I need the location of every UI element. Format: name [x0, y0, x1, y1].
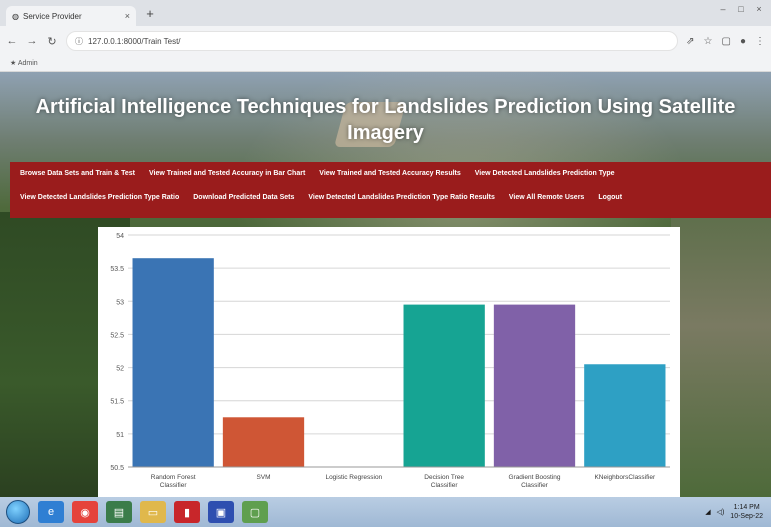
tab-close-icon[interactable]: ×	[125, 11, 130, 21]
globe-icon: ◍	[12, 11, 19, 21]
maximize-button[interactable]: □	[735, 4, 747, 14]
y-tick-label: 53.5	[110, 266, 124, 273]
taskbar-apps: e ◉ ▤ ▭ ▮ ▣ ▢	[38, 501, 268, 523]
bar-0[interactable]	[132, 258, 214, 467]
pdf-icon[interactable]: ▮	[174, 501, 200, 523]
explorer-icon[interactable]: ▤	[106, 501, 132, 523]
forward-icon[interactable]: →	[26, 35, 38, 47]
network-icon[interactable]: ◢	[705, 508, 710, 516]
system-tray: ◢ ◁) 1:14 PM 10-Sep-22	[705, 503, 763, 521]
ie-icon[interactable]: e	[38, 501, 64, 523]
page-viewport: Artificial Intelligence Techniques for L…	[0, 72, 771, 497]
window-controls: – □ ×	[717, 4, 765, 14]
nav-logout[interactable]: Logout	[598, 194, 622, 201]
terminal-icon[interactable]: ▢	[242, 501, 268, 523]
nav-row-1: Browse Data Sets and Train & Test View T…	[20, 170, 615, 177]
bar-3[interactable]	[403, 304, 485, 467]
volume-icon[interactable]: ◁)	[717, 508, 725, 516]
y-tick-label: 52	[116, 366, 124, 373]
nav-prediction-ratio-results[interactable]: View Detected Landslides Prediction Type…	[308, 194, 494, 201]
nav-download-datasets[interactable]: Download Predicted Data Sets	[193, 194, 294, 201]
accuracy-bar-chart: 54 53.5 53 52.5 52 51.5 51 50.5 Random Forest Cla…	[98, 227, 680, 497]
bar-5[interactable]	[584, 364, 666, 467]
bookmark-icon: ★	[10, 60, 17, 67]
address-bar[interactable]: ⓘ 127.0.0.1:8000/Train Test/	[66, 31, 679, 51]
minimize-button[interactable]: –	[717, 4, 729, 14]
share-icon[interactable]: ⇗	[686, 36, 694, 47]
sidebar-icon[interactable]: ▢	[722, 36, 731, 47]
y-tick-label: 53	[116, 299, 124, 306]
clock-time: 1:14 PM	[733, 504, 760, 511]
nav-accuracy-bar-chart[interactable]: View Trained and Tested Accuracy in Bar …	[149, 170, 305, 177]
main-navbar: Browse Data Sets and Train & Test View T…	[10, 162, 771, 218]
bookmark-admin[interactable]: Admin	[18, 60, 38, 67]
x-tick-label: Decision Tree Classifier	[424, 474, 464, 489]
info-icon: ⓘ	[75, 36, 83, 46]
nav-prediction-ratio[interactable]: View Detected Landslides Prediction Type…	[20, 194, 179, 201]
chart-svg: 54 53.5 53 52.5 52 51.5 51 50.5 Random Forest Cla…	[110, 233, 670, 489]
nav-remote-users[interactable]: View All Remote Users	[509, 194, 584, 201]
browser-tab[interactable]: ◍ Service Provider ×	[6, 6, 136, 26]
page-title: Artificial Intelligence Techniques for L…	[35, 96, 736, 144]
x-tick-label: KNeighborsClassifier	[594, 474, 656, 481]
nav-row-2: View Detected Landslides Prediction Type…	[20, 194, 622, 201]
x-tick-label: Random Forest Classifier	[151, 474, 196, 489]
clock[interactable]: 1:14 PM 10-Sep-22	[730, 503, 763, 521]
y-tick-label: 51	[116, 432, 124, 439]
new-tab-button[interactable]: +	[142, 6, 158, 21]
menu-icon[interactable]: ⋮	[755, 36, 765, 47]
bookmarks-bar: ★ Admin	[0, 56, 771, 72]
back-icon[interactable]: ←	[6, 35, 18, 47]
y-tick-label: 52.5	[110, 332, 124, 339]
nav-browse-datasets[interactable]: Browse Data Sets and Train & Test	[20, 170, 135, 177]
bar-1[interactable]	[222, 417, 305, 467]
nav-prediction-type[interactable]: View Detected Landslides Prediction Type	[475, 170, 615, 177]
bar-4[interactable]	[493, 304, 576, 467]
app-icon[interactable]: ▣	[208, 501, 234, 523]
y-tick-label: 51.5	[110, 399, 124, 406]
browser-tab-strip: ◍ Service Provider × + – □ ×	[0, 0, 771, 26]
windows-taskbar: e ◉ ▤ ▭ ▮ ▣ ▢ ◢ ◁) 1:14 PM 10-Sep-22	[0, 497, 771, 527]
chrome-icon[interactable]: ◉	[72, 501, 98, 523]
start-button[interactable]	[6, 500, 30, 524]
tab-title: Service Provider	[22, 11, 82, 21]
close-window-button[interactable]: ×	[753, 4, 765, 14]
x-tick-label: SVM	[256, 474, 270, 481]
x-tick-label: Logistic Regression	[325, 474, 382, 481]
clock-date: 10-Sep-22	[730, 513, 763, 520]
background-hillside-right	[671, 212, 771, 497]
star-icon[interactable]: ☆	[704, 36, 713, 47]
browser-toolbar: ← → ↻ ⓘ 127.0.0.1:8000/Train Test/ ⇗ ☆ ▢…	[0, 26, 771, 56]
reload-icon[interactable]: ↻	[46, 35, 58, 48]
y-tick-label: 54	[116, 233, 124, 240]
x-tick-label: Gradient Boosting Classifier	[508, 474, 560, 489]
nav-accuracy-results[interactable]: View Trained and Tested Accuracy Results	[319, 170, 460, 177]
profile-icon[interactable]: ●	[740, 36, 746, 47]
folder-icon[interactable]: ▭	[140, 501, 166, 523]
url-text: 127.0.0.1:8000/Train Test/	[88, 36, 181, 46]
y-tick-label: 50.5	[110, 465, 124, 472]
